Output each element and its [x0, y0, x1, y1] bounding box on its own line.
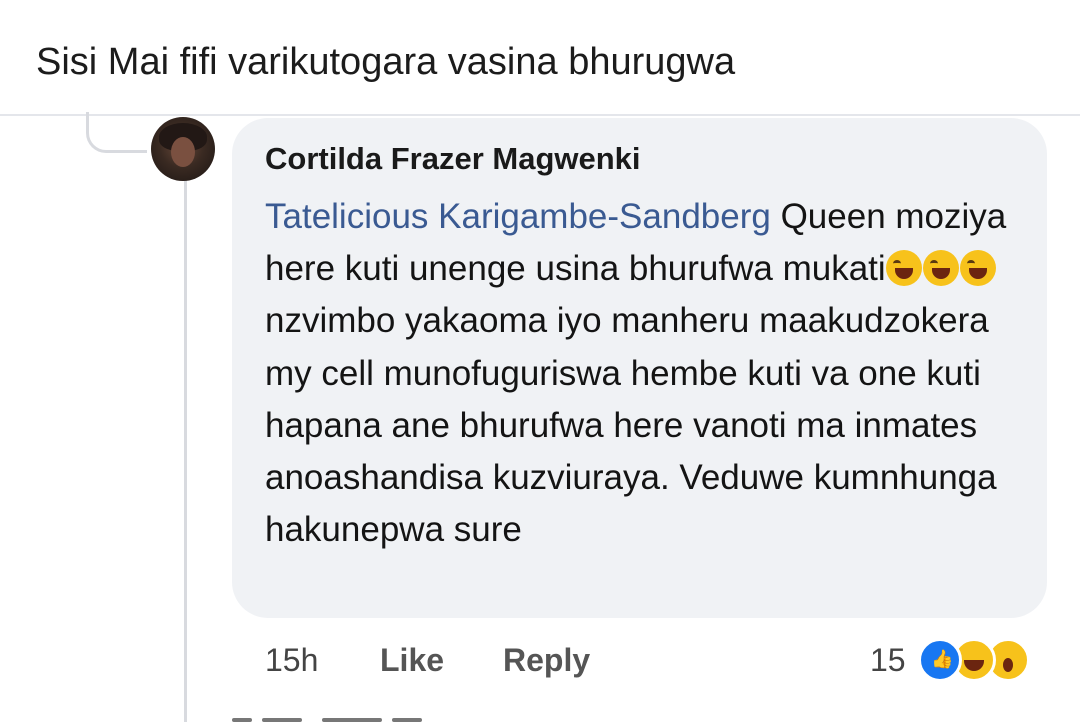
comment-text-part2: nzvimbo yakaoma iyo manheru maakudzokera…	[265, 301, 997, 550]
rolling-laughing-emoji-icon	[959, 250, 996, 287]
comment-timestamp[interactable]: 15h	[265, 640, 318, 680]
mention-link[interactable]: Tatelicious Karigambe-Sandberg	[265, 197, 771, 236]
reaction-count[interactable]: 15	[870, 640, 906, 680]
rolling-laughing-emoji-icon	[922, 250, 959, 287]
thread-line	[184, 180, 187, 722]
like-button[interactable]: Like	[380, 640, 444, 680]
post-caption: Sisi Mai fifi varikutogara vasina bhurug…	[36, 41, 736, 83]
reactions-summary[interactable]: 👍	[918, 633, 1048, 683]
divider	[0, 114, 1080, 116]
reply-button[interactable]: Reply	[503, 640, 590, 680]
view-replies-partial	[232, 712, 432, 722]
comment-text: Tatelicious Karigambe-Sandberg Queen moz…	[265, 191, 1025, 556]
avatar[interactable]	[151, 117, 215, 181]
rolling-laughing-emoji-icon	[885, 250, 922, 287]
thread-connector	[86, 112, 147, 153]
like-reaction-icon: 👍	[918, 638, 962, 682]
comment-author[interactable]: Cortilda Frazer Magwenki	[265, 139, 641, 179]
avatar-face	[171, 137, 195, 167]
